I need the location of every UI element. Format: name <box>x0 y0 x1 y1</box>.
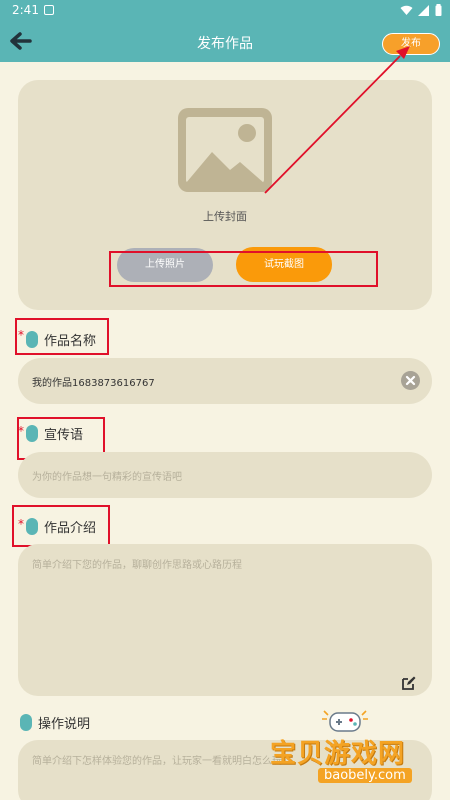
watermark-site: baobely.com <box>318 768 412 783</box>
publish-button[interactable]: 发布 <box>382 33 440 55</box>
annotation-box-intro <box>12 505 110 547</box>
status-icons <box>400 4 442 16</box>
status-bar: 2:41 <box>0 0 450 20</box>
status-time: 2:41 <box>12 3 39 17</box>
section-pill-icon <box>20 714 32 731</box>
notification-icon <box>44 5 54 15</box>
slogan-input[interactable]: 为你的作品想一句精彩的宣传语吧 <box>18 452 432 498</box>
gamepad-mascot-icon <box>322 710 368 732</box>
section-label-instructions: 操作说明 <box>20 713 90 732</box>
battery-icon <box>435 4 442 16</box>
work-name-input[interactable]: 我的作品1683873616767 <box>18 358 432 404</box>
image-placeholder-icon[interactable] <box>178 108 272 192</box>
edit-icon[interactable] <box>402 676 416 690</box>
watermark-title: 宝贝游戏网 <box>270 739 406 769</box>
clear-icon[interactable] <box>401 371 420 390</box>
work-name-value: 我的作品1683873616767 <box>32 378 155 389</box>
instructions-label: 操作说明 <box>38 717 91 732</box>
slogan-placeholder: 为你的作品想一句精彩的宣传语吧 <box>32 472 182 483</box>
signal-icon <box>418 4 429 16</box>
intro-placeholder: 简单介绍下您的作品，聊聊创作思路或心路历程 <box>32 560 242 571</box>
instructions-placeholder: 简单介绍下怎样体验您的作品，让玩家一看就明白怎么玩 <box>32 756 282 767</box>
intro-textarea[interactable]: 简单介绍下您的作品，聊聊创作思路或心路历程 <box>18 544 432 696</box>
watermark-logo: 宝贝游戏网 baobely.com <box>270 705 450 800</box>
upload-cover-label: 上传封面 <box>203 210 247 223</box>
annotation-box-cover-buttons <box>109 251 378 287</box>
wifi-icon <box>400 5 413 15</box>
annotation-box-work-name <box>15 318 109 355</box>
